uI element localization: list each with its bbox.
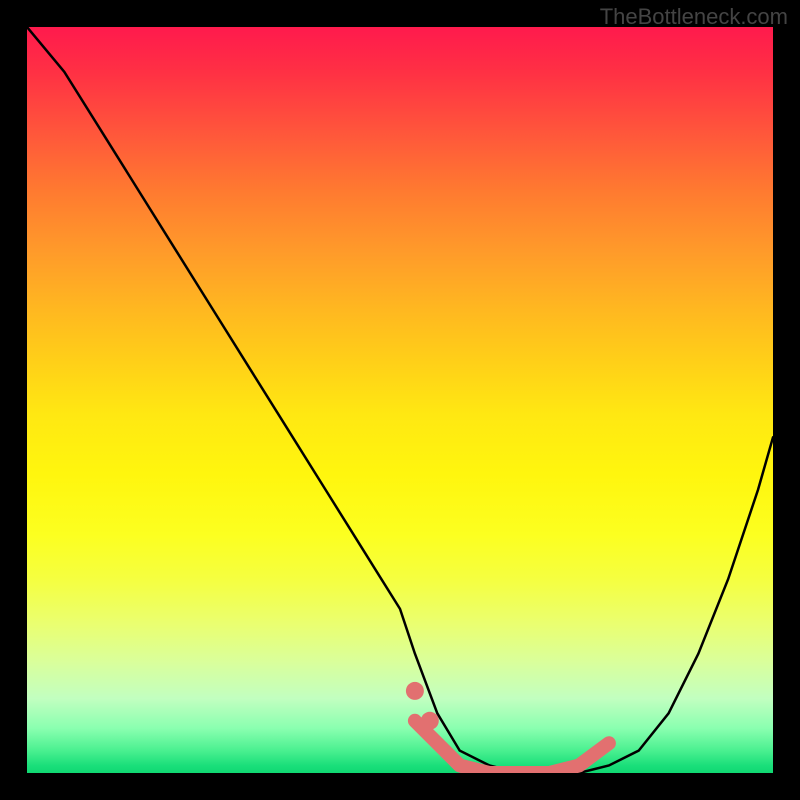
highlight-stroke	[415, 721, 609, 773]
bottleneck-curve-line	[27, 27, 773, 773]
chart-plot-area	[27, 27, 773, 773]
highlight-dot	[421, 712, 439, 730]
highlight-dot	[406, 682, 424, 700]
watermark-text: TheBottleneck.com	[600, 4, 788, 30]
chart-svg	[27, 27, 773, 773]
optimal-zone-highlight	[406, 682, 609, 773]
